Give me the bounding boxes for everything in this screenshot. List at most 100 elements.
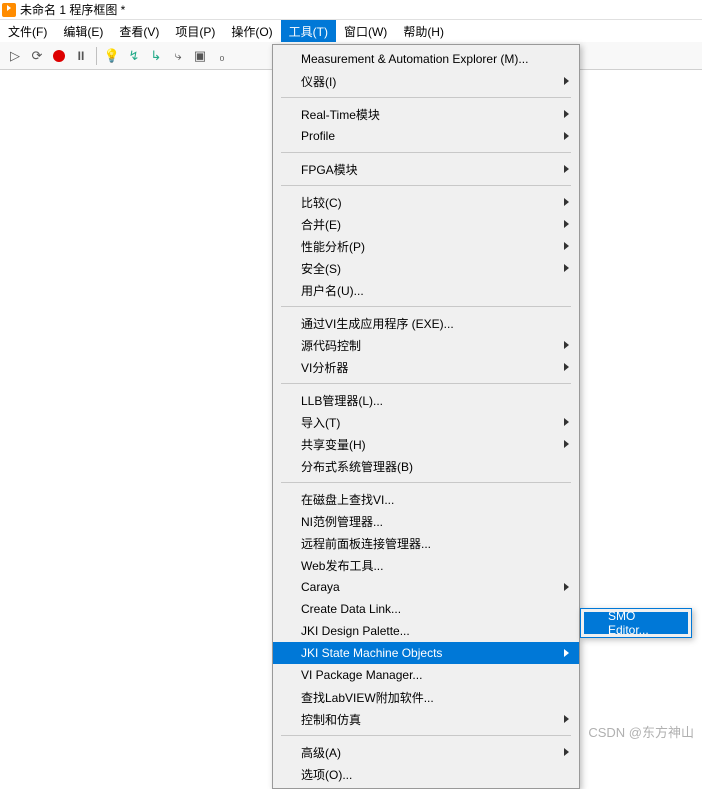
menu-window[interactable]: 窗口(W) — [336, 20, 395, 42]
menu-item[interactable]: 仪器(I) — [273, 70, 579, 92]
step-into-icon[interactable]: ↳ — [147, 47, 165, 65]
menu-item[interactable]: 分布式系统管理器(B) — [273, 455, 579, 477]
menu-item[interactable]: 控制和仿真 — [273, 708, 579, 730]
menu-item-label: 用户名(U)... — [301, 282, 364, 299]
menu-item-label: JKI State Machine Objects — [301, 646, 442, 660]
menu-item-label: Profile — [301, 129, 335, 143]
menu-item[interactable]: 源代码控制 — [273, 334, 579, 356]
menu-item-label: 比较(C) — [301, 194, 342, 211]
menu-item-label: 合并(E) — [301, 216, 341, 233]
menu-item-label: 分布式系统管理器(B) — [301, 458, 413, 475]
menu-item[interactable]: 导入(T) — [273, 411, 579, 433]
menu-separator — [281, 185, 571, 186]
menu-item[interactable]: Real-Time模块 — [273, 103, 579, 125]
step-out-icon[interactable]: ▣ — [191, 47, 209, 65]
menu-separator — [281, 306, 571, 307]
chevron-right-icon — [564, 440, 569, 448]
menu-item-label: NI范例管理器... — [301, 513, 383, 530]
menu-item-label: 查找LabVIEW附加软件... — [301, 689, 434, 706]
menu-item-label: VI分析器 — [301, 359, 348, 376]
menu-item[interactable]: 安全(S) — [273, 257, 579, 279]
app-icon — [2, 3, 16, 17]
separator — [96, 47, 97, 65]
menu-item[interactable]: Create Data Link... — [273, 598, 579, 620]
menu-item[interactable]: VI分析器 — [273, 356, 579, 378]
menu-item-label: FPGA模块 — [301, 161, 358, 178]
highlight-icon[interactable]: 💡 — [103, 47, 121, 65]
run-continuously-icon[interactable]: ⟳ — [28, 47, 46, 65]
menu-item[interactable]: 合并(E) — [273, 213, 579, 235]
menu-item-label: LLB管理器(L)... — [301, 392, 383, 409]
chevron-right-icon — [564, 110, 569, 118]
chevron-right-icon — [564, 264, 569, 272]
chevron-right-icon — [564, 77, 569, 85]
text-settings-icon[interactable]: ₀ — [213, 47, 231, 65]
menu-item[interactable]: JKI State Machine Objects — [273, 642, 579, 664]
menu-item-label: Caraya — [301, 580, 340, 594]
menu-item[interactable]: 查找LabVIEW附加软件... — [273, 686, 579, 708]
menu-item-label: 选项(O)... — [301, 766, 352, 783]
chevron-right-icon — [564, 132, 569, 140]
menu-separator — [281, 482, 571, 483]
menu-edit[interactable]: 编辑(E) — [55, 20, 111, 42]
chevron-right-icon — [564, 165, 569, 173]
menu-separator — [281, 383, 571, 384]
menu-item[interactable]: 性能分析(P) — [273, 235, 579, 257]
run-icon[interactable]: ▷ — [6, 47, 24, 65]
abort-icon[interactable] — [50, 47, 68, 65]
menu-separator — [281, 97, 571, 98]
chevron-right-icon — [564, 715, 569, 723]
pause-icon[interactable]: II — [72, 47, 90, 65]
menu-item[interactable]: 共享变量(H) — [273, 433, 579, 455]
menu-item[interactable]: FPGA模块 — [273, 158, 579, 180]
menu-item[interactable]: 用户名(U)... — [273, 279, 579, 301]
menu-item-label: 共享变量(H) — [301, 436, 366, 453]
menu-item[interactable]: 高级(A) — [273, 741, 579, 763]
menu-item-label: 通过VI生成应用程序 (EXE)... — [301, 315, 454, 332]
title-bar: 未命名 1 程序框图 * — [0, 0, 702, 20]
menu-item[interactable]: 通过VI生成应用程序 (EXE)... — [273, 312, 579, 334]
chevron-right-icon — [564, 220, 569, 228]
menu-item-label: Measurement & Automation Explorer (M)... — [301, 52, 528, 66]
chevron-right-icon — [564, 242, 569, 250]
menu-item[interactable]: JKI Design Palette... — [273, 620, 579, 642]
menu-view[interactable]: 查看(V) — [111, 20, 167, 42]
menu-item-label: 安全(S) — [301, 260, 341, 277]
menu-item-label: 性能分析(P) — [301, 238, 365, 255]
menu-item-label: Web发布工具... — [301, 557, 383, 574]
retain-icon[interactable]: ↯ — [125, 47, 143, 65]
chevron-right-icon — [564, 363, 569, 371]
menu-item-label: JKI Design Palette... — [301, 624, 410, 638]
submenu-item-smo-editor[interactable]: SMO Editor... — [584, 612, 688, 634]
menu-item-label: 在磁盘上查找VI... — [301, 491, 394, 508]
menu-item[interactable]: 比较(C) — [273, 191, 579, 213]
menu-item[interactable]: 远程前面板连接管理器... — [273, 532, 579, 554]
menu-item[interactable]: 选项(O)... — [273, 763, 579, 785]
step-over-icon[interactable]: ⤷ — [169, 47, 187, 65]
menu-file[interactable]: 文件(F) — [0, 20, 55, 42]
menu-project[interactable]: 项目(P) — [167, 20, 223, 42]
watermark: CSDN @东方神山 — [588, 722, 694, 741]
menu-item[interactable]: Measurement & Automation Explorer (M)... — [273, 48, 579, 70]
menu-item[interactable]: NI范例管理器... — [273, 510, 579, 532]
menu-item[interactable]: VI Package Manager... — [273, 664, 579, 686]
menu-tools[interactable]: 工具(T) — [281, 20, 336, 42]
menu-bar: 文件(F) 编辑(E) 查看(V) 项目(P) 操作(O) 工具(T) 窗口(W… — [0, 20, 702, 42]
menu-item[interactable]: LLB管理器(L)... — [273, 389, 579, 411]
menu-item-label: Create Data Link... — [301, 602, 401, 616]
menu-item-label: 高级(A) — [301, 744, 341, 761]
menu-item[interactable]: Profile — [273, 125, 579, 147]
menu-separator — [281, 152, 571, 153]
menu-separator — [281, 735, 571, 736]
chevron-right-icon — [564, 418, 569, 426]
menu-operate[interactable]: 操作(O) — [223, 20, 280, 42]
menu-item-label: 源代码控制 — [301, 337, 361, 354]
chevron-right-icon — [564, 649, 569, 657]
menu-item[interactable]: Caraya — [273, 576, 579, 598]
menu-item-label: 远程前面板连接管理器... — [301, 535, 431, 552]
menu-item[interactable]: Web发布工具... — [273, 554, 579, 576]
jki-smo-submenu: SMO Editor... — [580, 608, 692, 638]
menu-help[interactable]: 帮助(H) — [395, 20, 452, 42]
tools-dropdown: Measurement & Automation Explorer (M)...… — [272, 44, 580, 789]
menu-item[interactable]: 在磁盘上查找VI... — [273, 488, 579, 510]
